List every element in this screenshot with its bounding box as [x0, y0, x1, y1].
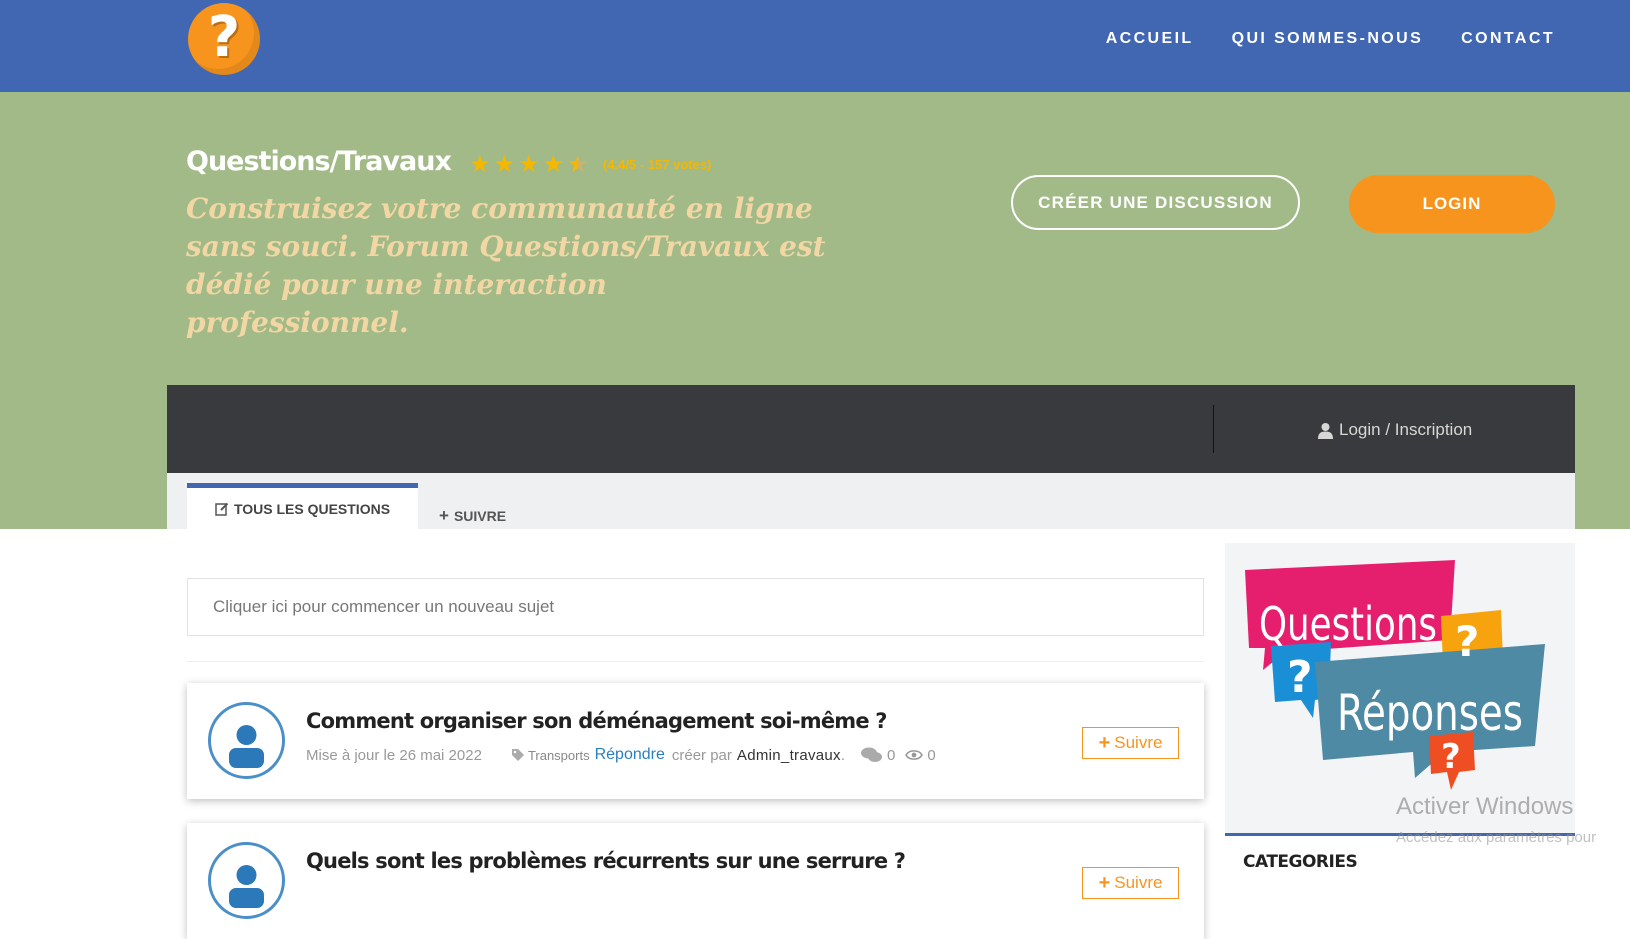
banner-question-mark: ? [1287, 652, 1313, 703]
banner-question-mark: ? [1455, 617, 1479, 666]
banner-word-reponses: Réponses [1337, 684, 1523, 742]
login-inscription-label: Login / Inscription [1339, 420, 1473, 439]
tab-follow[interactable]: + SUIVRE [439, 506, 506, 526]
plus-icon: + [1098, 871, 1111, 894]
question-tag[interactable]: Transports [511, 747, 590, 763]
banner-question-mark: ? [1441, 737, 1461, 777]
hero-tagline: Construisez votre communauté en ligne sa… [186, 192, 826, 339]
comment-count: 0 [861, 747, 895, 764]
nav-contact-link[interactable]: CONTACT [1461, 30, 1555, 48]
follow-button[interactable]: + Suivre [1082, 867, 1179, 899]
eye-icon [905, 750, 924, 760]
comment-count-value: 0 [887, 746, 896, 764]
rating-stars: ★ ★ ★ ★ ★★ [469, 153, 589, 177]
question-card[interactable]: Quels sont les problèmes récurrents sur … [187, 823, 1204, 939]
user-icon [1318, 422, 1333, 439]
windows-activation-title: Activer Windows [1396, 793, 1574, 820]
main-nav: ACCUEIL QUI SOMMES-NOUS CONTACT [1106, 30, 1555, 48]
login-button[interactable]: LOGIN [1349, 175, 1555, 233]
star-icon: ★ [542, 151, 565, 178]
login-inscription-link[interactable]: Login / Inscription [1318, 420, 1472, 440]
categories-heading: CATEGORIES [1243, 852, 1358, 872]
site-title: Questions/Travaux [186, 146, 452, 177]
meta-dot: . [840, 746, 846, 764]
reply-link[interactable]: Répondre [595, 746, 665, 764]
view-count-value: 0 [927, 746, 936, 764]
star-icon: ★ [518, 151, 540, 178]
new-topic-input[interactable]: Cliquer ici pour commencer un nouveau su… [187, 578, 1204, 636]
nav-about-link[interactable]: QUI SOMMES-NOUS [1232, 30, 1424, 48]
question-meta: Mise à jour le 26 mai 2022 Transports Ré… [306, 746, 936, 764]
half-star-icon: ★★ [567, 151, 589, 178]
tag-icon [511, 749, 524, 761]
tab-all-questions[interactable]: TOUS LES QUESTIONS [187, 483, 418, 529]
plus-icon: + [1098, 731, 1111, 754]
question-title[interactable]: Comment organiser son déménagement soi-m… [306, 709, 887, 733]
create-discussion-button[interactable]: CRÉER UNE DISCUSSION [1011, 175, 1300, 230]
windows-activation-subtitle: Accédez aux paramètres pour [1396, 829, 1597, 846]
view-count: 0 [905, 746, 936, 764]
tab-follow-label: SUIVRE [453, 508, 507, 524]
comments-icon [861, 747, 883, 762]
toolbar-divider [1213, 405, 1214, 453]
question-author[interactable]: Admin_travaux [737, 747, 841, 764]
tab-all-questions-label: TOUS LES QUESTIONS [233, 500, 391, 517]
site-logo[interactable]: ? [188, 3, 260, 75]
user-avatar-icon [208, 702, 285, 779]
star-icon: ★ [469, 151, 491, 178]
question-title[interactable]: Quels sont les problèmes récurrents sur … [306, 849, 906, 873]
question-card[interactable]: Comment organiser son déménagement soi-m… [187, 683, 1204, 799]
nav-home-link[interactable]: ACCUEIL [1106, 30, 1194, 48]
banner-word-questions: Questions [1259, 597, 1437, 651]
question-tag-label: Transports [527, 747, 590, 763]
rating-text: (4.4/5 - 157 votes) [603, 157, 712, 172]
created-by-label: créer par [671, 746, 732, 764]
questions-reponses-banner: Questions ? ? Réponses ? [1245, 560, 1545, 790]
follow-button[interactable]: + Suivre [1082, 727, 1179, 759]
follow-button-label: Suivre [1114, 733, 1163, 752]
user-avatar-icon [208, 842, 285, 919]
follow-button-label: Suivre [1114, 873, 1163, 892]
logo-question-mark: ? [207, 5, 241, 70]
plus-icon: + [439, 506, 449, 525]
section-divider [187, 661, 1204, 662]
star-icon: ★ [493, 151, 516, 178]
question-updated-date: Mise à jour le 26 mai 2022 [306, 746, 482, 764]
edit-icon [215, 502, 229, 516]
